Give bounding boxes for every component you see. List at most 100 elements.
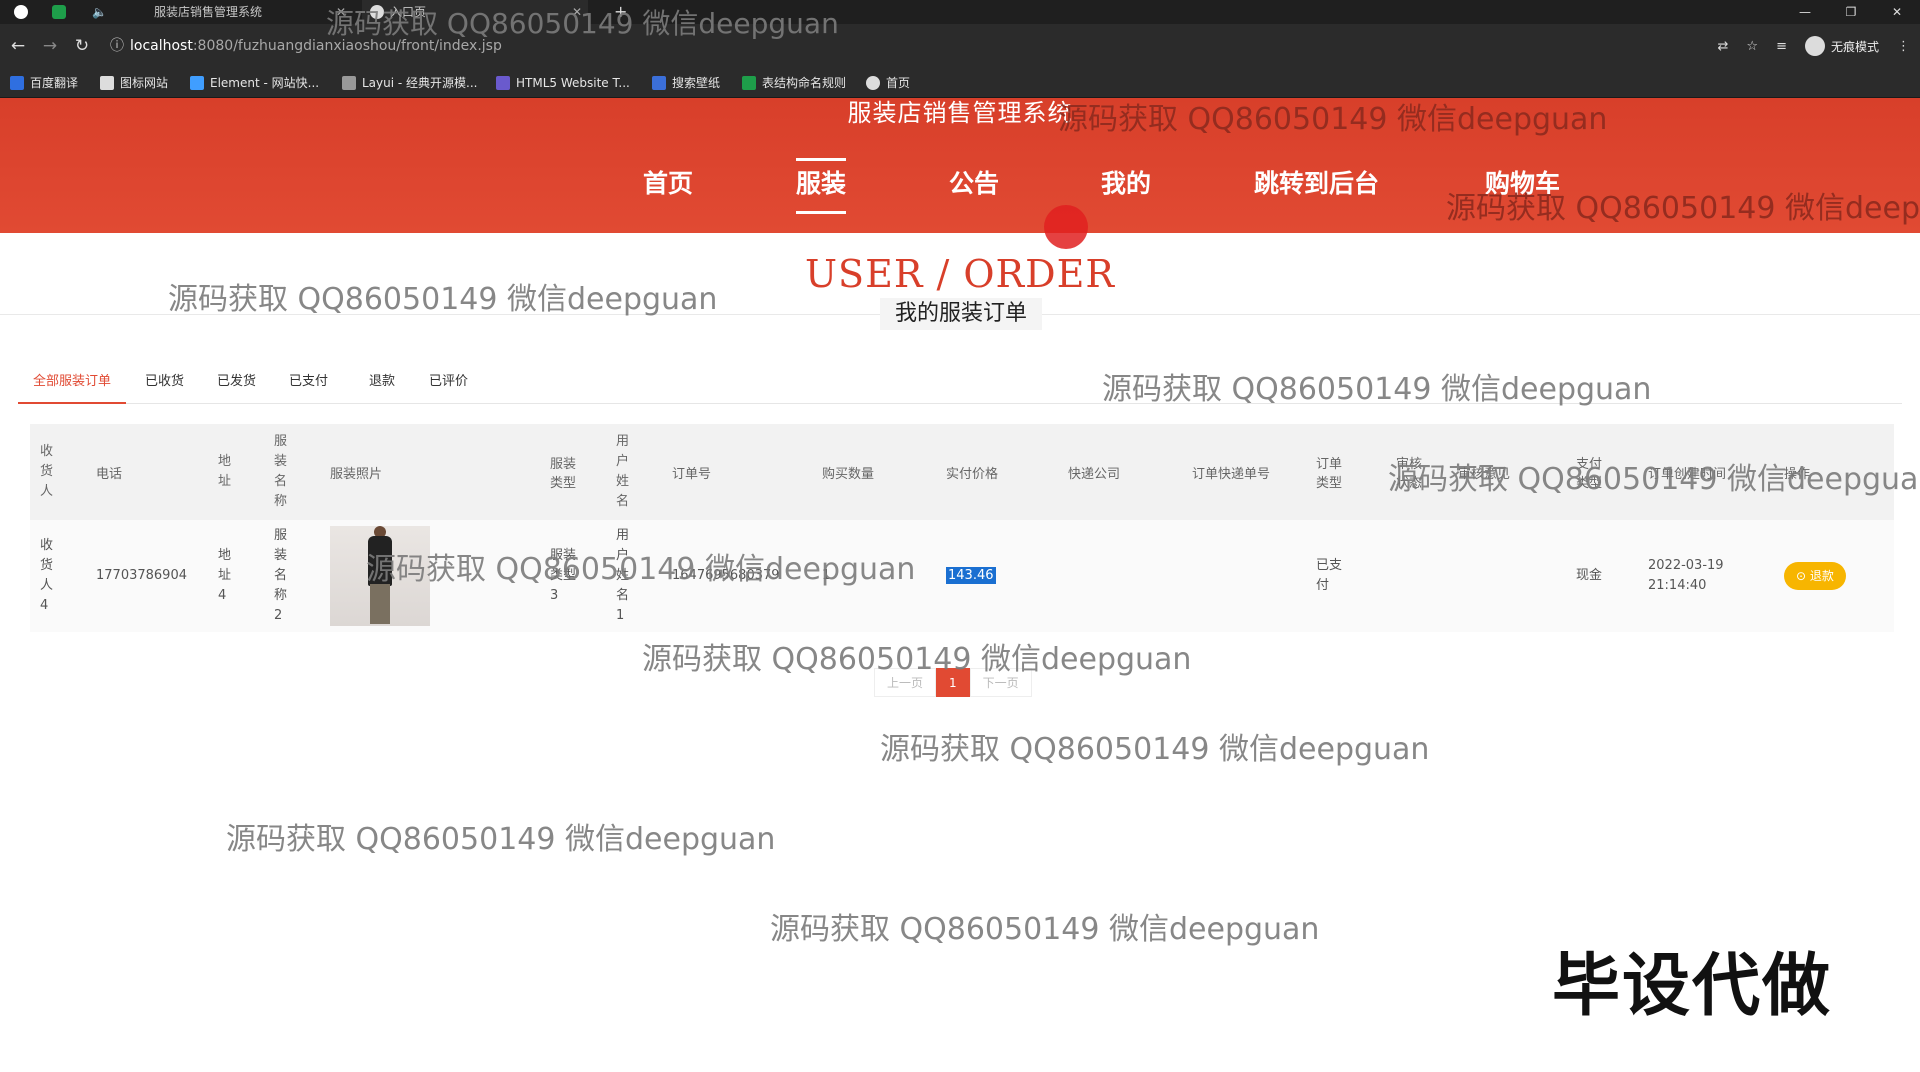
translate-bookmark-icon <box>10 76 24 90</box>
tab-reviewed[interactable]: 已评价 <box>414 370 483 404</box>
info-icon: ⓘ <box>110 38 124 54</box>
translate-icon[interactable]: ⇄ <box>1718 39 1729 54</box>
col-header: 电话 <box>86 424 208 520</box>
cell-review-note <box>1448 520 1566 632</box>
col-header: 快递公司 <box>1058 424 1182 520</box>
url-host: localhost <box>130 38 193 54</box>
col-header: 地址 <box>208 424 264 520</box>
watermark: 源码获取 QQ86050149 微信deepguan <box>366 552 916 587</box>
address-bar-row: ← → ↻ ⓘ localhost:8080/fuzhuangdianxiaosh… <box>0 24 1920 68</box>
cell-action: ⊙ 退款 <box>1774 520 1894 632</box>
layui-icon <box>342 76 356 90</box>
col-header: 服装名称 <box>264 424 320 520</box>
sheet-icon <box>52 5 66 19</box>
refund-button[interactable]: ⊙ 退款 <box>1784 562 1846 590</box>
cursor-highlight <box>1044 205 1088 249</box>
incognito-icon <box>1804 36 1825 56</box>
tab-title: 服装店销售管理系统 <box>154 5 263 19</box>
reading-list-icon[interactable]: ≡ <box>1776 39 1787 54</box>
back-icon[interactable]: ← <box>6 34 30 58</box>
wallpaper-icon <box>652 76 666 90</box>
window-controls: — ❐ ✕ <box>1782 0 1920 24</box>
col-header: 服装类型 <box>540 424 606 520</box>
watermark: 源码获取 QQ86050149 微信deepguan <box>1446 191 1920 226</box>
bookmark-item[interactable]: 图标网站 <box>100 74 168 92</box>
tab-shipped[interactable]: 已发货 <box>202 370 271 404</box>
speaker-icon: 🔈 <box>92 5 107 19</box>
incognito-badge[interactable]: 无痕模式 <box>1804 36 1879 56</box>
watermark: 源码获取 QQ86050149 微信deepguan <box>1102 372 1652 407</box>
site-title: 服装店销售管理系统 <box>847 99 1073 127</box>
table-row: 收货人4 17703786904 地址4 服装名称2 服装类型3 用户姓名1 1… <box>30 520 1894 632</box>
globe-icon <box>866 76 880 90</box>
close-window-icon[interactable]: ✕ <box>1874 0 1920 24</box>
bookmark-label: 首页 <box>886 76 911 90</box>
tab-refund[interactable]: 退款 <box>354 370 410 404</box>
bookmark-item[interactable]: 首页 <box>866 74 910 92</box>
section-subtitle: 我的服装订单 <box>880 298 1042 330</box>
bookmark-item[interactable]: 表结构命名规则 <box>742 74 846 92</box>
cell-phone: 17703786904 <box>86 520 208 632</box>
watermark: 源码获取 QQ86050149 微信deepguan <box>880 732 1430 767</box>
menu-icon[interactable]: ⋮ <box>1897 39 1910 54</box>
cell-courier <box>1058 520 1182 632</box>
bookmark-label: 百度翻译 <box>30 76 79 90</box>
browser-tab-bar: 🔈 服装店销售管理系统 ✕ 入口页 ✕ + — ❐ ✕ <box>0 0 1920 24</box>
app-icon <box>14 5 28 19</box>
cell-address: 地址4 <box>208 520 264 632</box>
tab-paid[interactable]: 已支付 <box>274 370 343 404</box>
nav-mine[interactable]: 我的 <box>1101 160 1151 208</box>
col-header: 服装照片 <box>320 424 540 520</box>
bookmark-item[interactable]: Element - 网站快... <box>190 74 319 92</box>
bookmark-item[interactable]: Layui - 经典开源模... <box>342 74 477 92</box>
col-header: 购买数量 <box>812 424 936 520</box>
refund-icon: ⊙ <box>1796 569 1807 583</box>
watermark: 源码获取 QQ86050149 微信deepguan <box>770 912 1320 947</box>
element-icon <box>190 76 204 90</box>
flag-icon <box>100 76 114 90</box>
cell-clothing-name: 服装名称2 <box>264 520 320 632</box>
cell-price: 143.46 <box>936 520 1058 632</box>
restore-icon[interactable]: ❐ <box>1828 0 1874 24</box>
bookmark-item[interactable]: 搜索壁纸 <box>652 74 720 92</box>
watermark: 源码获取 QQ86050149 微信deepguan <box>326 7 839 40</box>
reload-icon[interactable]: ↻ <box>70 34 94 58</box>
cell-review-status <box>1386 520 1448 632</box>
col-header: 订单号 <box>662 424 812 520</box>
nav-home[interactable]: 首页 <box>643 160 693 208</box>
cell-created-time: 2022-03-19 21:14:40 <box>1638 520 1774 632</box>
minimize-icon[interactable]: — <box>1782 0 1828 24</box>
cell-pay-type: 现金 <box>1566 520 1638 632</box>
star-icon[interactable]: ☆ <box>1746 39 1758 54</box>
bookmarks-bar: 百度翻译 图标网站 Element - 网站快... Layui - 经典开源模… <box>0 68 1920 98</box>
corner-overlay-text: 毕设代做 <box>1552 947 1833 1026</box>
html5-icon <box>496 76 510 90</box>
col-header: 订单类型 <box>1306 424 1386 520</box>
nav-admin[interactable]: 跳转到后台 <box>1254 160 1379 208</box>
incognito-label: 无痕模式 <box>1830 39 1879 54</box>
bookmark-label: Layui - 经典开源模... <box>362 76 478 90</box>
table-icon <box>742 76 756 90</box>
forward-icon[interactable]: → <box>38 34 62 58</box>
bookmark-label: HTML5 Website T... <box>516 76 630 90</box>
watermark: 源码获取 QQ86050149 微信deepguan <box>1058 102 1608 137</box>
bookmark-item[interactable]: HTML5 Website T... <box>496 74 630 92</box>
col-header: 订单快递单号 <box>1182 424 1306 520</box>
bookmark-label: 图标网站 <box>120 76 169 90</box>
bookmark-item[interactable]: 百度翻译 <box>10 74 78 92</box>
bookmark-label: 表结构命名规则 <box>762 76 847 90</box>
watermark: 源码获取 QQ86050149 微信deepguan <box>642 642 1192 677</box>
col-header: 实付价格 <box>936 424 1058 520</box>
price-value: 143.46 <box>946 567 996 584</box>
watermark: 源码获取 QQ86050149 微信deepguan <box>168 282 718 317</box>
col-header: 用户姓名 <box>606 424 662 520</box>
tab-all-orders[interactable]: 全部服装订单 <box>18 370 127 404</box>
nav-clothing[interactable]: 服装 <box>796 158 847 214</box>
bookmark-label: 搜索壁纸 <box>672 76 721 90</box>
cell-receiver: 收货人4 <box>30 520 86 632</box>
nav-notice[interactable]: 公告 <box>949 160 999 208</box>
cell-tracking-no <box>1182 520 1306 632</box>
browser-tab[interactable]: 服装店销售管理系统 ✕ <box>126 0 352 24</box>
cell-order-type: 已支付 <box>1306 520 1386 632</box>
tab-received[interactable]: 已收货 <box>130 370 199 404</box>
